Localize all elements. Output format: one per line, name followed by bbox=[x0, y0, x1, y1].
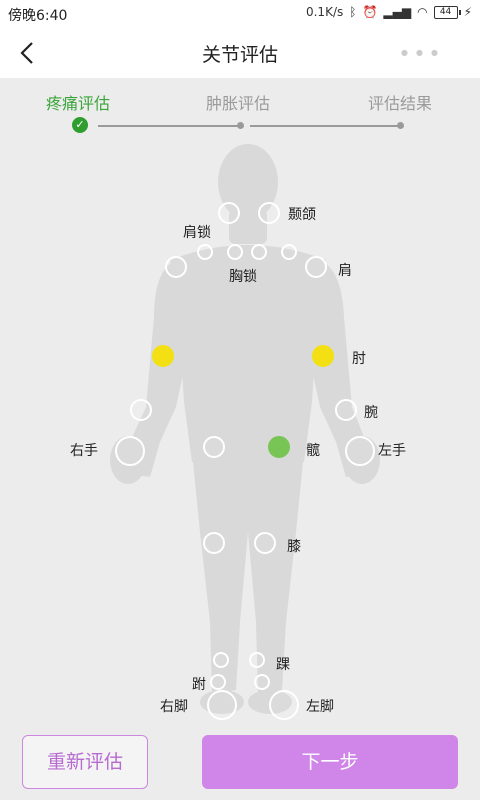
step-indicator: 疼痛评估 肿胀评估 评估结果 ✓ bbox=[0, 78, 480, 142]
step-connector bbox=[98, 125, 238, 127]
label-right-foot: 右脚 bbox=[160, 699, 188, 715]
more-icon: ●●● bbox=[401, 48, 446, 57]
step-dot bbox=[237, 122, 244, 129]
step-connector bbox=[250, 125, 398, 127]
joint-right-hip[interactable] bbox=[203, 436, 225, 458]
joint-left-knee[interactable] bbox=[254, 532, 276, 554]
label-toe: 跗 bbox=[192, 677, 206, 693]
step-swelling[interactable]: 肿胀评估 bbox=[206, 90, 270, 114]
joint-right-knee[interactable] bbox=[203, 532, 225, 554]
step-pain[interactable]: 疼痛评估 bbox=[46, 90, 110, 114]
bluetooth-icon: ᛒ bbox=[349, 5, 357, 19]
joint-left-jaw[interactable] bbox=[258, 202, 280, 224]
joint-right-ac[interactable] bbox=[197, 244, 213, 260]
alarm-icon: ⏰ bbox=[362, 5, 378, 19]
label-left-foot: 左脚 bbox=[306, 699, 334, 715]
label-shoulder-clavicle: 肩锁 bbox=[183, 225, 211, 241]
label-knee: 膝 bbox=[287, 539, 301, 555]
step-result[interactable]: 评估结果 bbox=[368, 90, 432, 114]
joint-right-shoulder[interactable] bbox=[165, 256, 187, 278]
joint-right-sc[interactable] bbox=[227, 244, 243, 260]
joint-right-foot[interactable] bbox=[207, 690, 237, 720]
step-dot bbox=[397, 122, 404, 129]
body-silhouette bbox=[110, 144, 380, 714]
joint-left-foot[interactable] bbox=[269, 690, 299, 720]
joint-left-wrist[interactable] bbox=[335, 399, 357, 421]
joint-right-elbow[interactable] bbox=[152, 345, 174, 367]
status-bar: 傍晚6:40 0.1K/s ᛒ ⏰ ▂▄▆ ◠ 44 ⚡ bbox=[0, 0, 480, 28]
joint-left-ac[interactable] bbox=[281, 244, 297, 260]
joint-left-shoulder[interactable] bbox=[305, 256, 327, 278]
joint-left-hand[interactable] bbox=[345, 436, 375, 466]
joint-left-sc[interactable] bbox=[251, 244, 267, 260]
charging-icon: ⚡ bbox=[463, 5, 472, 19]
joint-right-jaw[interactable] bbox=[218, 202, 240, 224]
step-complete-check-icon: ✓ bbox=[72, 117, 88, 133]
label-left-hand: 左手 bbox=[378, 443, 406, 459]
signal-icon: ▂▄▆ bbox=[383, 5, 412, 19]
status-icons: 0.1K/s ᛒ ⏰ ▂▄▆ ◠ 44 ⚡ bbox=[306, 5, 472, 19]
joint-left-toe[interactable] bbox=[254, 674, 270, 690]
wifi-icon: ◠ bbox=[417, 5, 428, 19]
label-wrist: 腕 bbox=[364, 405, 378, 421]
status-time: 傍晚6:40 bbox=[8, 8, 68, 24]
joint-left-ankle[interactable] bbox=[249, 652, 265, 668]
label-ankle: 踝 bbox=[276, 657, 290, 673]
reset-button[interactable]: 重新评估 bbox=[22, 735, 148, 789]
joint-left-elbow[interactable] bbox=[312, 345, 334, 367]
next-button[interactable]: 下一步 bbox=[202, 735, 458, 789]
label-right-hand: 右手 bbox=[70, 443, 98, 459]
battery-icon: 44 bbox=[433, 5, 461, 19]
label-jaw: 颞颌 bbox=[288, 207, 316, 223]
joint-right-ankle[interactable] bbox=[213, 652, 229, 668]
label-sternoclavicular: 胸锁 bbox=[229, 269, 257, 285]
title-bar: 关节评估 ●●● bbox=[0, 28, 480, 79]
joint-right-toe[interactable] bbox=[210, 674, 226, 690]
label-shoulder: 肩 bbox=[338, 263, 352, 279]
joint-right-hand[interactable] bbox=[115, 436, 145, 466]
label-hip: 髋 bbox=[306, 443, 320, 459]
network-speed: 0.1K/s bbox=[305, 5, 344, 19]
body-diagram: 颞颌 肩锁 胸锁 肩 肘 腕 右手 髋 左手 膝 踝 跗 右脚 左脚 bbox=[0, 142, 480, 722]
label-elbow: 肘 bbox=[352, 351, 366, 367]
joint-left-hip[interactable] bbox=[268, 436, 290, 458]
joint-right-wrist[interactable] bbox=[130, 399, 152, 421]
